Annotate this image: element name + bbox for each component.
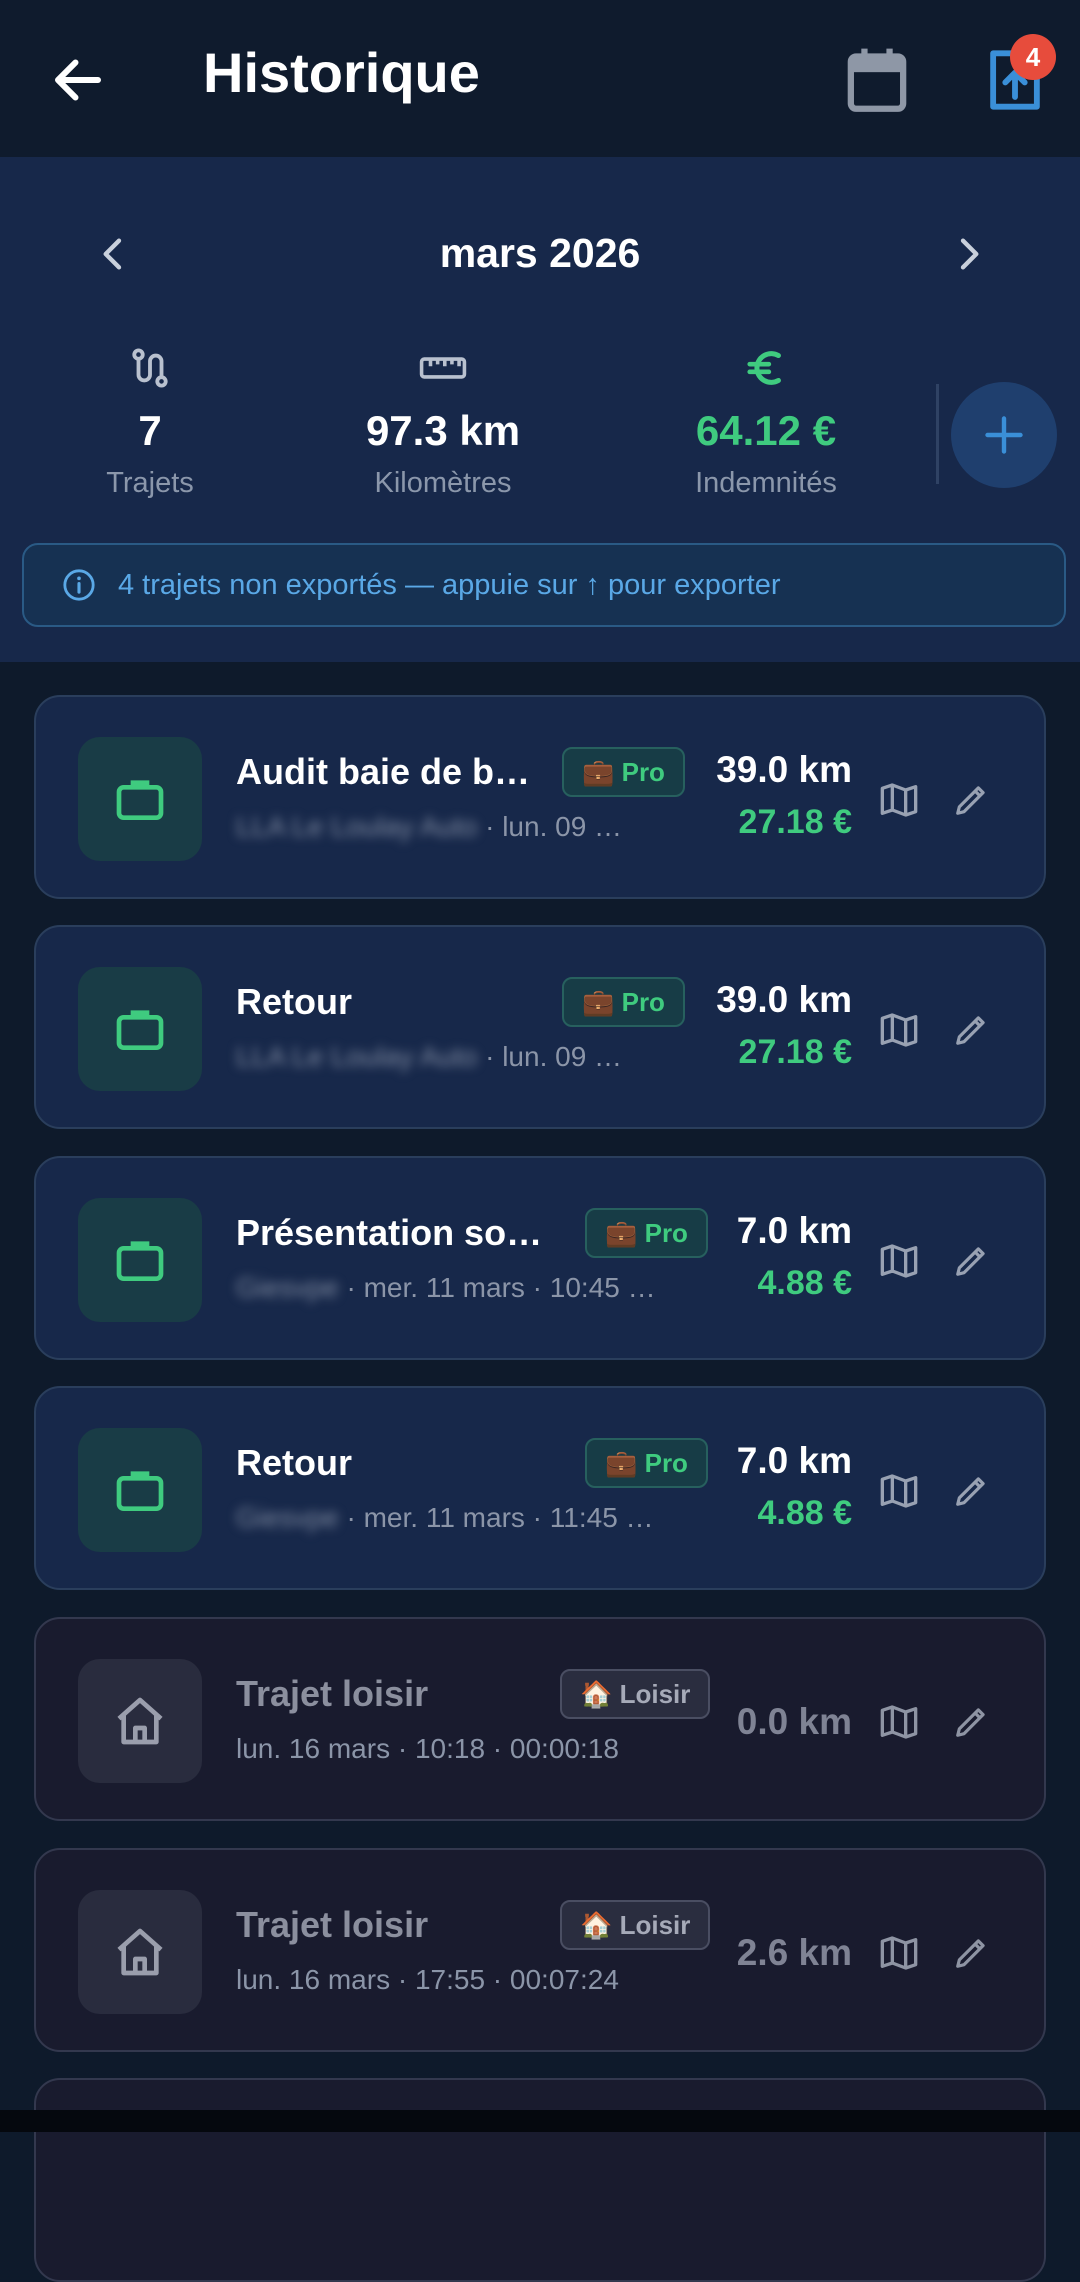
trip-card[interactable]: Trajet loisir 🏠 Loisir lun. 16 mars · 17… bbox=[34, 1848, 1046, 2052]
stat-allowances-label: Indemnités bbox=[695, 467, 837, 499]
stat-kilometers: 97.3 km Kilomètres bbox=[313, 345, 573, 500]
trip-card[interactable]: Audit baie de b… 💼 Pro LLA Le Loulay Aut… bbox=[34, 695, 1046, 899]
trip-tag-leisure: 🏠 Loisir bbox=[560, 1669, 711, 1719]
trip-tag-pro: 💼 Pro bbox=[585, 1438, 708, 1488]
edit-pencil-icon[interactable] bbox=[953, 1470, 991, 1510]
trip-type-tile bbox=[78, 1659, 202, 1783]
trip-card[interactable]: Retour 💼 Pro LLA Le Loulay Auto · lun. 0… bbox=[34, 925, 1046, 1129]
add-trip-button[interactable] bbox=[951, 382, 1057, 488]
trip-distance: 0.0 km bbox=[736, 1701, 852, 1742]
month-label: mars 2026 bbox=[439, 230, 641, 276]
edit-pencil-icon[interactable] bbox=[953, 1932, 991, 1972]
stat-kilometers-value: 97.3 km bbox=[365, 407, 521, 454]
system-navigation-bar bbox=[0, 2110, 1080, 2132]
trip-client-redacted: LLA Le Loulay Auto bbox=[236, 811, 478, 842]
trip-title: Trajet loisir bbox=[236, 1673, 429, 1714]
ruler-icon bbox=[419, 357, 467, 379]
info-icon bbox=[63, 569, 95, 601]
trip-allowance: 4.88 € bbox=[757, 1494, 852, 1532]
export-info-banner: 4 trajets non exportés — appuie sur ↑ po… bbox=[22, 543, 1066, 627]
map-icon[interactable] bbox=[879, 1703, 919, 1741]
trip-date: · lun. 09 … bbox=[477, 811, 623, 842]
trip-distance: 39.0 km bbox=[716, 979, 852, 1020]
stat-allowances: 64.12 € Indemnités bbox=[636, 345, 896, 500]
trip-subtitle: LLA Le Loulay Auto · lun. 09 … bbox=[236, 1041, 622, 1073]
trip-title: Audit baie de b… bbox=[236, 751, 531, 792]
trip-distance: 7.0 km bbox=[736, 1440, 852, 1481]
trip-type-tile bbox=[78, 1890, 202, 2014]
trip-type-tile bbox=[78, 1198, 202, 1322]
calendar-icon[interactable] bbox=[845, 46, 909, 114]
trip-card[interactable]: Trajet loisir 🏠 Loisir lun. 16 mars · 10… bbox=[34, 1617, 1046, 1821]
export-info-text: 4 trajets non exportés — appuie sur ↑ po… bbox=[118, 568, 781, 601]
map-icon[interactable] bbox=[879, 1011, 919, 1049]
trip-card[interactable]: Présentation so… 💼 Pro Giesvpe · mer. 11… bbox=[34, 1156, 1046, 1360]
trip-client-redacted: Giesvpe bbox=[236, 1502, 339, 1533]
trip-tag-pro: 💼 Pro bbox=[585, 1208, 708, 1258]
trip-distance: 2.6 km bbox=[736, 1932, 852, 1973]
trip-type-tile bbox=[78, 1428, 202, 1552]
edit-pencil-icon[interactable] bbox=[953, 779, 991, 819]
house-icon bbox=[117, 1697, 163, 1745]
edit-pencil-icon[interactable] bbox=[953, 1240, 991, 1280]
stat-trips: 7 Trajets bbox=[20, 345, 280, 500]
map-icon[interactable] bbox=[879, 1934, 919, 1972]
trip-date: · lun. 09 … bbox=[477, 1041, 623, 1072]
house-icon bbox=[117, 1928, 163, 1976]
map-icon[interactable] bbox=[879, 1472, 919, 1510]
trip-allowance: 27.18 € bbox=[738, 1033, 852, 1071]
trip-distance: 39.0 km bbox=[716, 749, 852, 790]
trip-tag-leisure: 🏠 Loisir bbox=[560, 1900, 711, 1950]
trip-card[interactable]: Retour 💼 Pro Giesvpe · mer. 11 mars · 11… bbox=[34, 1386, 1046, 1590]
stats-divider bbox=[936, 384, 939, 484]
trip-title: Présentation so… bbox=[236, 1212, 543, 1253]
stat-allowances-value: 64.12 € bbox=[695, 407, 837, 454]
route-icon bbox=[132, 348, 168, 388]
trip-date: · mer. 11 mars · 11:45 … bbox=[338, 1502, 654, 1533]
trip-client-redacted: Giesvpe bbox=[236, 1272, 339, 1303]
trip-tag-pro: 💼 Pro bbox=[562, 977, 685, 1027]
trip-subtitle: Giesvpe · mer. 11 mars · 10:45 … bbox=[236, 1272, 656, 1304]
trip-title: Retour bbox=[236, 981, 352, 1022]
plus-icon bbox=[985, 416, 1023, 454]
trip-date: lun. 16 mars · 17:55 · 00:07:24 bbox=[236, 1964, 619, 1995]
trip-distance: 7.0 km bbox=[736, 1210, 852, 1251]
trip-date: · mer. 11 mars · 10:45 … bbox=[338, 1272, 656, 1303]
trip-title: Retour bbox=[236, 1442, 352, 1483]
trip-client-redacted: LLA Le Loulay Auto bbox=[236, 1041, 478, 1072]
briefcase-icon bbox=[116, 780, 164, 820]
trip-type-tile bbox=[78, 967, 202, 1091]
map-icon[interactable] bbox=[879, 781, 919, 819]
briefcase-icon bbox=[116, 1010, 164, 1050]
briefcase-icon bbox=[116, 1471, 164, 1511]
trip-allowance: 27.18 € bbox=[738, 803, 852, 841]
trip-subtitle: Giesvpe · mer. 11 mars · 11:45 … bbox=[236, 1502, 654, 1534]
stat-trips-value: 7 bbox=[138, 407, 162, 454]
trip-type-tile bbox=[78, 737, 202, 861]
map-icon[interactable] bbox=[879, 1242, 919, 1280]
page-title: Historique bbox=[203, 41, 480, 104]
trip-allowance: 4.88 € bbox=[757, 1264, 852, 1302]
back-arrow-icon[interactable] bbox=[48, 50, 108, 110]
trip-subtitle: LLA Le Loulay Auto · lun. 09 … bbox=[236, 811, 622, 843]
trip-date: lun. 16 mars · 10:18 · 00:00:18 bbox=[236, 1733, 619, 1764]
next-month-chevron-icon[interactable] bbox=[948, 232, 988, 276]
app-bar: Historique 4 bbox=[0, 0, 1080, 157]
stat-trips-label: Trajets bbox=[106, 467, 194, 499]
stat-kilometers-label: Kilomètres bbox=[374, 467, 512, 499]
euro-icon bbox=[747, 351, 781, 385]
briefcase-icon bbox=[116, 1241, 164, 1281]
trip-title: Trajet loisir bbox=[236, 1904, 429, 1945]
trip-card-partial[interactable] bbox=[34, 2078, 1046, 2282]
trip-tag-pro: 💼 Pro bbox=[562, 747, 685, 797]
export-count-badge: 4 bbox=[1010, 34, 1056, 80]
edit-pencil-icon[interactable] bbox=[953, 1701, 991, 1741]
edit-pencil-icon[interactable] bbox=[953, 1009, 991, 1049]
